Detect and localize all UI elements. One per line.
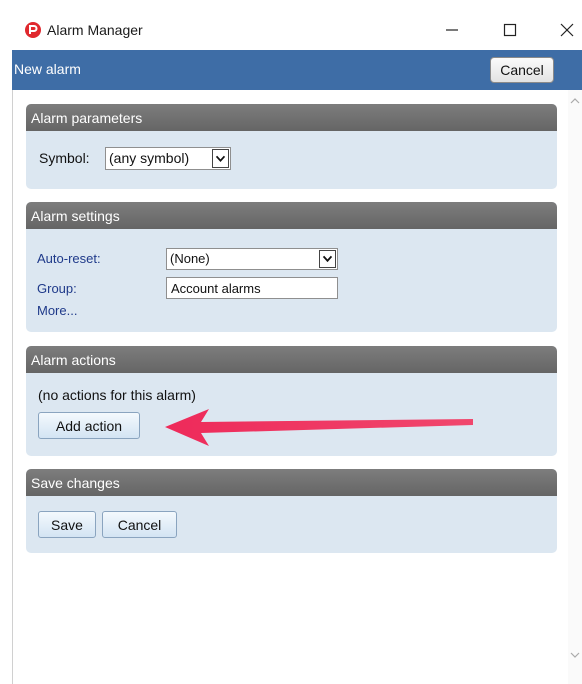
group-label: Group: xyxy=(37,281,77,296)
symbol-label: Symbol: xyxy=(39,150,90,166)
alarm-parameters-title: Alarm parameters xyxy=(26,104,557,131)
auto-reset-select-value: (None) xyxy=(170,251,210,266)
chevron-down-icon[interactable] xyxy=(319,250,336,268)
save-changes-panel: Save changes Save Cancel xyxy=(26,469,557,553)
close-icon[interactable] xyxy=(555,18,579,42)
auto-reset-label: Auto-reset: xyxy=(37,251,101,266)
save-button[interactable]: Save xyxy=(38,511,96,538)
window-titlebar: Alarm Manager xyxy=(12,12,582,50)
save-changes-title: Save changes xyxy=(26,469,557,496)
add-action-button[interactable]: Add action xyxy=(38,412,140,439)
more-link[interactable]: More... xyxy=(37,303,77,318)
cancel-button[interactable]: Cancel xyxy=(102,511,177,538)
alarm-parameters-panel: Alarm parameters Symbol: (any symbol) xyxy=(26,104,557,189)
app-logo-icon xyxy=(25,22,41,38)
chevron-down-icon[interactable] xyxy=(212,149,229,168)
auto-reset-select[interactable]: (None) xyxy=(166,248,338,270)
no-actions-text: (no actions for this alarm) xyxy=(38,387,196,403)
header-cancel-button[interactable]: Cancel xyxy=(490,57,554,83)
minimize-icon[interactable] xyxy=(440,18,464,42)
window-border xyxy=(12,50,13,684)
page-title: New alarm xyxy=(14,61,81,77)
symbol-select[interactable]: (any symbol) xyxy=(105,147,231,170)
page-header: New alarm Cancel xyxy=(12,50,582,90)
group-field[interactable] xyxy=(166,277,338,299)
vertical-scrollbar[interactable] xyxy=(568,90,582,684)
maximize-icon[interactable] xyxy=(498,18,522,42)
alarm-settings-panel: Alarm settings Auto-reset: (None) Group:… xyxy=(26,202,557,332)
scroll-down-icon[interactable] xyxy=(570,650,580,660)
alarm-actions-title: Alarm actions xyxy=(26,346,557,373)
scroll-up-icon[interactable] xyxy=(570,96,580,106)
window-title: Alarm Manager xyxy=(47,22,143,38)
annotation-arrow-icon xyxy=(165,409,473,446)
symbol-select-value: (any symbol) xyxy=(109,150,190,166)
alarm-settings-title: Alarm settings xyxy=(26,202,557,229)
